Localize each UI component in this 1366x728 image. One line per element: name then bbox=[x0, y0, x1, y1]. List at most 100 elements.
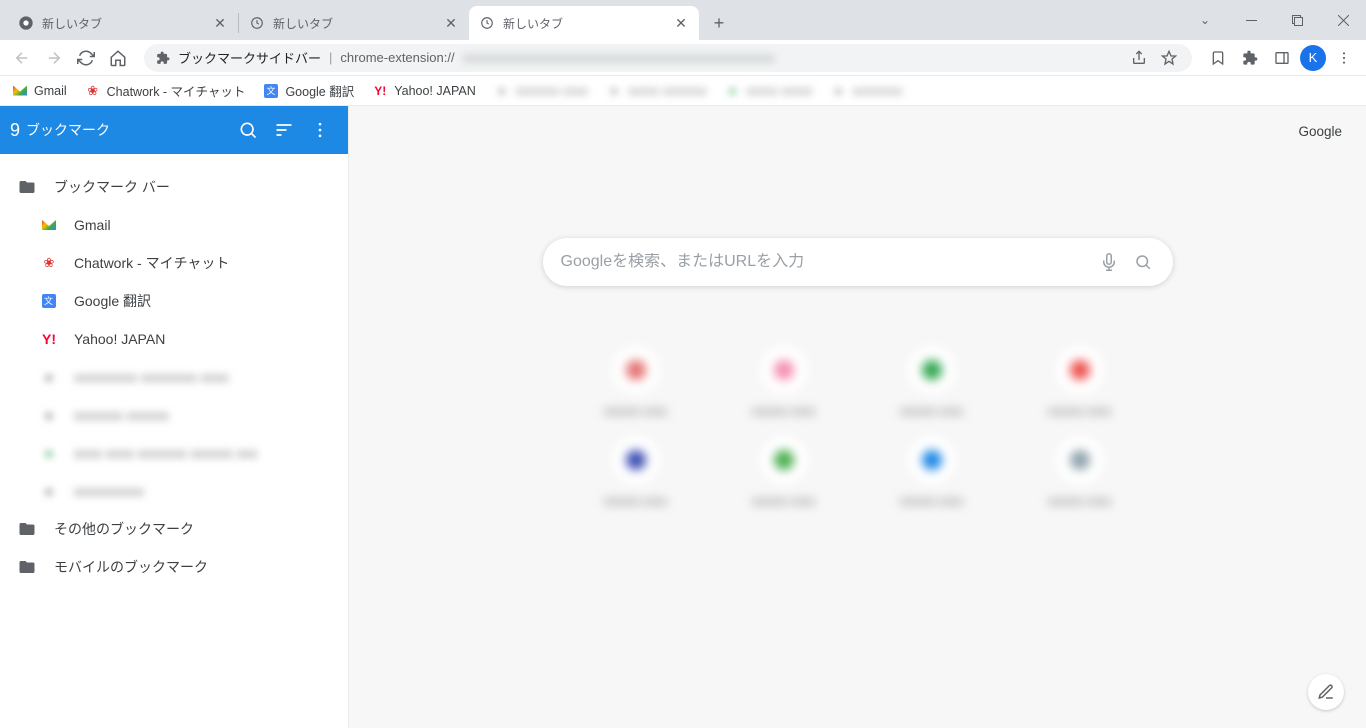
bookmark-bar-item-blurred[interactable]: ●xxxxxxx xxxx bbox=[494, 83, 588, 99]
bookmarks-bar: Gmail Chatwork - マイチャット Google 翻訳 Y! Yah… bbox=[0, 76, 1366, 106]
search-icon[interactable] bbox=[1131, 250, 1155, 274]
ntp-shortcut[interactable]: xxxxxx xxxx bbox=[714, 436, 854, 508]
folder-mobile-bookmarks[interactable]: モバイルのブックマーク bbox=[0, 548, 348, 586]
chrome-icon bbox=[18, 15, 34, 31]
sort-icon[interactable] bbox=[266, 112, 302, 148]
sidebar-bookmark-item-blurred[interactable]: ●xxxxxxxxx xxxxxxxx xxxx bbox=[0, 358, 348, 396]
search-icon[interactable] bbox=[230, 112, 266, 148]
window-controls: ⌄ bbox=[1182, 0, 1366, 40]
folder-label: ブックマーク バー bbox=[54, 177, 170, 197]
new-tab-button[interactable]: + bbox=[705, 9, 733, 37]
extension-icon bbox=[156, 51, 170, 65]
ntp-shortcut[interactable]: xxxxxx xxxx bbox=[1010, 346, 1150, 418]
tab-title: 新しいタブ bbox=[273, 15, 443, 32]
maximize-button[interactable] bbox=[1274, 4, 1320, 36]
yahoo-icon: Y! bbox=[40, 330, 58, 348]
bookmark-bar-item[interactable]: Y! Yahoo! JAPAN bbox=[372, 83, 476, 99]
sidebar-header: 9 ブックマーク bbox=[0, 106, 348, 154]
folder-icon bbox=[18, 178, 36, 196]
back-button[interactable] bbox=[8, 44, 36, 72]
sidebar-bookmark-item-blurred[interactable]: ●xxxxxxx xxxxxx bbox=[0, 396, 348, 434]
folder-label: その他のブックマーク bbox=[54, 519, 194, 539]
bookmark-bar-item[interactable]: Chatwork - マイチャット bbox=[85, 81, 246, 100]
sidebar-bookmark-item[interactable]: Y! Yahoo! JAPAN bbox=[0, 320, 348, 358]
bookmark-label: Chatwork - マイチャット bbox=[107, 81, 246, 100]
folder-label: モバイルのブックマーク bbox=[54, 557, 208, 577]
sidebar-list: ブックマーク バー Gmail Chatwork - マイチャット Google… bbox=[0, 154, 348, 728]
bookmark-bar-item-blurred[interactable]: ●xxxxx xxxxx bbox=[724, 83, 812, 99]
share-icon[interactable] bbox=[1128, 44, 1150, 72]
google-link[interactable]: Google bbox=[1298, 124, 1342, 139]
omnibox-url-prefix: chrome-extension:// bbox=[340, 50, 454, 65]
home-button[interactable] bbox=[104, 44, 132, 72]
extensions-icon[interactable] bbox=[1236, 44, 1264, 72]
minimize-button[interactable] bbox=[1228, 4, 1274, 36]
chatwork-icon bbox=[40, 254, 58, 272]
sidebar-bookmark-item-blurred[interactable]: ●xxxx xxxx xxxxxxx xxxxxx xxx bbox=[0, 434, 348, 472]
translate-icon bbox=[40, 292, 58, 310]
ntp-shortcut[interactable]: xxxxxx xxxx bbox=[1010, 436, 1150, 508]
new-tab-page: Google xxxxxx xxxxxxxxxx xxxxxxxxxx xxxx… bbox=[349, 106, 1366, 728]
sidebar-bookmark-item[interactable]: Google 翻訳 bbox=[0, 282, 348, 320]
bookmark-label: Yahoo! JAPAN bbox=[74, 331, 165, 347]
tab-strip: 新しいタブ ✕ 新しいタブ ✕ 新しいタブ ✕ + ⌄ bbox=[0, 0, 1366, 40]
sidebar-bookmark-item-blurred[interactable]: ●xxxxxxxxxx bbox=[0, 472, 348, 510]
main-area: 9 ブックマーク ブックマーク バー Gmail Chatwork - マイチャ… bbox=[0, 106, 1366, 728]
folder-icon bbox=[18, 558, 36, 576]
voice-search-icon[interactable] bbox=[1097, 250, 1121, 274]
browser-tab-active[interactable]: 新しいタブ ✕ bbox=[469, 6, 699, 40]
bookmark-label: Yahoo! JAPAN bbox=[394, 84, 476, 98]
reload-button[interactable] bbox=[72, 44, 100, 72]
gmail-icon bbox=[12, 83, 28, 99]
kebab-menu-icon[interactable] bbox=[302, 112, 338, 148]
sidebar-title: ブックマーク bbox=[26, 120, 230, 140]
tab-title: 新しいタブ bbox=[42, 15, 212, 32]
forward-button[interactable] bbox=[40, 44, 68, 72]
browser-tab[interactable]: 新しいタブ ✕ bbox=[239, 6, 469, 40]
bookmark-label: Gmail bbox=[34, 84, 67, 98]
sidebar-badge: 9 bbox=[10, 120, 20, 141]
ntp-shortcuts: xxxxxx xxxxxxxxxx xxxxxxxxxx xxxxxxxxxx … bbox=[566, 346, 1150, 508]
bookmark-bar-item-blurred[interactable]: ●xxxxxxxx bbox=[830, 83, 902, 99]
kebab-menu-icon[interactable] bbox=[1330, 44, 1358, 72]
address-bar[interactable]: ブックマークサイドバー | chrome-extension:// xxxxxx… bbox=[144, 44, 1192, 72]
ntp-shortcut[interactable]: xxxxxx xxxx bbox=[862, 436, 1002, 508]
search-input[interactable] bbox=[561, 253, 1087, 271]
bookmark-label: Chatwork - マイチャット bbox=[74, 253, 229, 273]
window-close-button[interactable] bbox=[1320, 4, 1366, 36]
chatwork-icon bbox=[85, 83, 101, 99]
folder-other-bookmarks[interactable]: その他のブックマーク bbox=[0, 510, 348, 548]
bookmark-label: Google 翻訳 bbox=[285, 81, 354, 100]
toolbar: ブックマークサイドバー | chrome-extension:// xxxxxx… bbox=[0, 40, 1366, 76]
omnibox-url-blurred: xxxxxxxxxxxxxxxxxxxxxxxxxxxxxxxxxxxxxxxx… bbox=[463, 50, 1120, 65]
customize-button[interactable] bbox=[1308, 674, 1344, 710]
bookmark-list-icon[interactable] bbox=[1204, 44, 1232, 72]
ntp-shortcut[interactable]: xxxxxx xxxx bbox=[566, 436, 706, 508]
folder-icon bbox=[18, 520, 36, 538]
ntp-shortcut[interactable]: xxxxxx xxxx bbox=[714, 346, 854, 418]
omnibox-title: ブックマークサイドバー bbox=[178, 48, 321, 67]
sidepanel-icon[interactable] bbox=[1268, 44, 1296, 72]
bookmark-label: Gmail bbox=[74, 217, 111, 233]
tab-search-button[interactable]: ⌄ bbox=[1182, 4, 1228, 36]
yahoo-icon: Y! bbox=[372, 83, 388, 99]
bookmark-label: Google 翻訳 bbox=[74, 291, 151, 311]
bookmark-bar-item[interactable]: Gmail bbox=[12, 83, 67, 99]
ntp-shortcut[interactable]: xxxxxx xxxx bbox=[566, 346, 706, 418]
bookmark-bar-item-blurred[interactable]: ●xxxxx xxxxxxx bbox=[606, 83, 706, 99]
tab-title: 新しいタブ bbox=[503, 15, 673, 32]
close-icon[interactable]: ✕ bbox=[443, 15, 459, 31]
gmail-icon bbox=[40, 216, 58, 234]
close-icon[interactable]: ✕ bbox=[673, 15, 689, 31]
sidebar-bookmark-item[interactable]: Gmail bbox=[0, 206, 348, 244]
history-icon bbox=[479, 15, 495, 31]
search-box[interactable] bbox=[543, 238, 1173, 286]
star-icon[interactable] bbox=[1158, 44, 1180, 72]
bookmark-bar-item[interactable]: Google 翻訳 bbox=[263, 81, 354, 100]
browser-tab[interactable]: 新しいタブ ✕ bbox=[8, 6, 238, 40]
profile-avatar[interactable]: K bbox=[1300, 45, 1326, 71]
close-icon[interactable]: ✕ bbox=[212, 15, 228, 31]
folder-bookmarks-bar[interactable]: ブックマーク バー bbox=[0, 168, 348, 206]
sidebar-bookmark-item[interactable]: Chatwork - マイチャット bbox=[0, 244, 348, 282]
ntp-shortcut[interactable]: xxxxxx xxxx bbox=[862, 346, 1002, 418]
